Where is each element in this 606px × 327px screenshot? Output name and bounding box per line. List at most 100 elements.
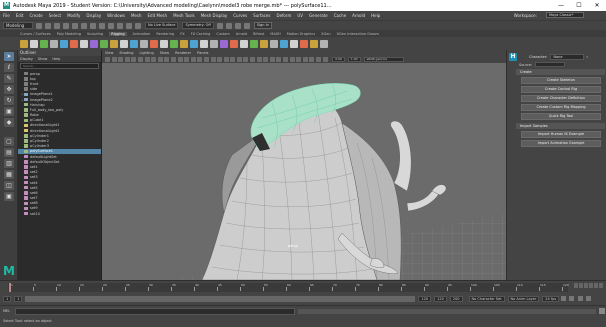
step-forward-icon[interactable] — [594, 283, 598, 288]
shelf-tab-motion-graphics[interactable]: Motion Graphics — [287, 32, 315, 36]
menu-edit[interactable]: Edit — [16, 13, 24, 18]
viewport-toolbar-icon[interactable] — [203, 57, 209, 62]
range-slider-bar[interactable] — [25, 296, 416, 302]
sign-in-button[interactable]: Sign In — [253, 22, 272, 29]
menu-mesh-display[interactable]: Mesh Display — [201, 13, 228, 18]
fps-dropdown[interactable]: 24 fps — [542, 296, 560, 302]
viewport-toolbar-icon[interactable] — [137, 57, 143, 62]
shelf-tab-fx-caching[interactable]: FX Caching — [191, 32, 211, 36]
snap-point-icon[interactable] — [126, 22, 132, 29]
open-scene-icon[interactable] — [45, 22, 51, 29]
viewport-toolbar-icon[interactable] — [296, 57, 302, 62]
menu-help[interactable]: Help — [371, 13, 380, 18]
rotate-tool-icon[interactable]: ↻ — [4, 96, 14, 105]
viewport-toolbar-icon[interactable] — [105, 57, 110, 62]
hik-character-chevron-icon[interactable]: ▾ — [586, 55, 588, 59]
max-frame-field[interactable]: 200 — [449, 296, 463, 302]
viewport-toolbar-icon[interactable] — [190, 57, 196, 62]
viewport-toolbar-icon[interactable] — [276, 57, 282, 62]
shelf-tab-arnold[interactable]: Arnold — [236, 32, 247, 36]
shelf-tab-curves-surfaces[interactable]: Curves / Surfaces — [20, 32, 51, 36]
outliner-row[interactable]: set10 — [18, 211, 101, 216]
time-slider-track[interactable]: 1 5 10 15 20 25 30 35 40 45 50 55 60 65 70 75 80 85 90 95 10… — [8, 283, 569, 292]
menu-modify[interactable]: Modify — [67, 13, 80, 18]
menu-deform[interactable]: Deform — [276, 13, 291, 18]
hik-source-dropdown[interactable] — [535, 62, 566, 67]
menu-windows[interactable]: Windows — [107, 13, 125, 18]
shelf-tool-icon[interactable] — [160, 39, 168, 48]
viewport-toolbar-icon[interactable] — [210, 57, 216, 62]
viewport-toolbar-icon[interactable] — [131, 57, 137, 62]
shelf-tool-icon[interactable] — [110, 39, 118, 48]
shelf-tool-icon[interactable] — [60, 39, 68, 48]
import-animation-example-button[interactable]: Import Animation Example — [521, 140, 601, 147]
menu-uv[interactable]: UV — [297, 13, 303, 18]
viewport-toolbar-icon[interactable] — [177, 57, 183, 62]
shelf-tab-xgen-interactive-groom[interactable]: XGen Interactive Groom — [337, 32, 379, 36]
shelf-tool-icon[interactable] — [280, 39, 288, 48]
shelf-tool-icon[interactable] — [270, 39, 278, 48]
shelf-tool-icon[interactable] — [30, 39, 38, 48]
menu-arnold[interactable]: Arnold — [352, 13, 365, 18]
character-set-dropdown[interactable]: No Character Set — [468, 296, 505, 302]
shelf-tool-icon[interactable] — [230, 39, 238, 48]
viewport-panel[interactable]: View Shading Lighting Show Renderer Pane… — [102, 50, 506, 280]
snap-grid-icon[interactable] — [108, 22, 114, 29]
time-slider[interactable]: 1 5 10 15 20 25 30 35 40 45 50 55 60 65 70 75 80 85 90 95 10… — [0, 280, 606, 293]
viewport-toolbar-icon[interactable] — [289, 57, 295, 62]
menu-mesh[interactable]: Mesh — [131, 13, 142, 18]
outliner-menu-show[interactable]: Show — [38, 56, 47, 62]
outliner-layout-icon[interactable]: ◫ — [4, 181, 14, 190]
move-tool-icon[interactable]: ✥ — [4, 85, 14, 94]
shelf-tab-rendering[interactable]: Rendering — [156, 32, 174, 36]
viewport-toolbar-icon[interactable] — [263, 57, 269, 62]
viewport-toolbar-icon[interactable] — [302, 57, 308, 62]
animation-prefs-icon[interactable] — [585, 296, 591, 301]
viewport-toolbar-icon[interactable] — [322, 57, 328, 62]
viewport-toolbar-icon[interactable] — [151, 57, 157, 62]
scale-tool-icon[interactable]: ▣ — [4, 107, 14, 116]
select-tool-icon[interactable]: ➤ — [4, 52, 14, 61]
shelf-tool-icon[interactable] — [210, 39, 218, 48]
viewport-toolbar-icon[interactable] — [230, 57, 236, 62]
shelf-tab-animation[interactable]: Animation — [133, 32, 151, 36]
lasso-tool-icon[interactable]: ℓ — [4, 63, 14, 72]
outliner-menu-display[interactable]: Display — [20, 56, 33, 62]
create-skeleton-button[interactable]: Create Skeleton — [521, 77, 601, 84]
sound-icon[interactable] — [569, 296, 575, 301]
symmetry-dropdown[interactable]: Symmetry: Off — [182, 22, 214, 29]
menu-edit-mesh[interactable]: Edit Mesh — [148, 13, 168, 18]
step-back-icon[interactable] — [579, 283, 583, 288]
current-time-indicator[interactable] — [9, 283, 11, 292]
viewport-toolbar-icon[interactable] — [283, 57, 289, 62]
redo-icon[interactable] — [72, 22, 78, 29]
animation-start-field[interactable]: 1 — [3, 296, 12, 302]
live-surface-field[interactable]: No Live Surface — [145, 22, 179, 29]
workspace-dropdown[interactable]: Maya Classic* — [546, 12, 584, 18]
shelf-tool-icon[interactable] — [200, 39, 208, 48]
hik-character-dropdown[interactable]: None — [550, 53, 585, 60]
shelf-tab-bifrost[interactable]: Bifrost — [253, 32, 264, 36]
shelf-tool-icon[interactable] — [120, 39, 128, 48]
create-character-definition-button[interactable]: Create Character Definition — [521, 95, 601, 102]
viewport-toolbar-icon[interactable] — [144, 57, 150, 62]
shelf-tab-fx[interactable]: FX — [180, 32, 184, 36]
minimize-icon[interactable]: — — [552, 0, 570, 11]
shelf-tool-icon[interactable] — [40, 39, 48, 48]
shelf-tool-icon[interactable] — [150, 39, 158, 48]
viewport-toolbar-icon[interactable] — [124, 57, 130, 62]
shelf-tool-icon[interactable] — [140, 39, 148, 48]
colorspace-dropdown[interactable]: sRGB gamma — [363, 57, 404, 62]
go-to-end-icon[interactable] — [599, 283, 603, 288]
auto-key-icon[interactable] — [577, 296, 583, 301]
persp-outliner-layout-icon[interactable]: ▥ — [4, 159, 14, 168]
menu-file[interactable]: File — [3, 13, 10, 18]
viewport-toolbar-icon[interactable] — [309, 57, 315, 62]
shelf-tool-icon[interactable] — [130, 39, 138, 48]
paint-select-icon[interactable]: ✎ — [4, 74, 14, 83]
create-control-rig-button[interactable]: Create Control Rig — [521, 86, 601, 93]
hik-section-import-samples[interactable]: Import Samples — [516, 123, 605, 129]
animation-end-field[interactable]: 120 — [434, 296, 447, 302]
shelf-tool-icon[interactable] — [220, 39, 228, 48]
persp-graph-layout-icon[interactable]: ▦ — [4, 170, 14, 179]
